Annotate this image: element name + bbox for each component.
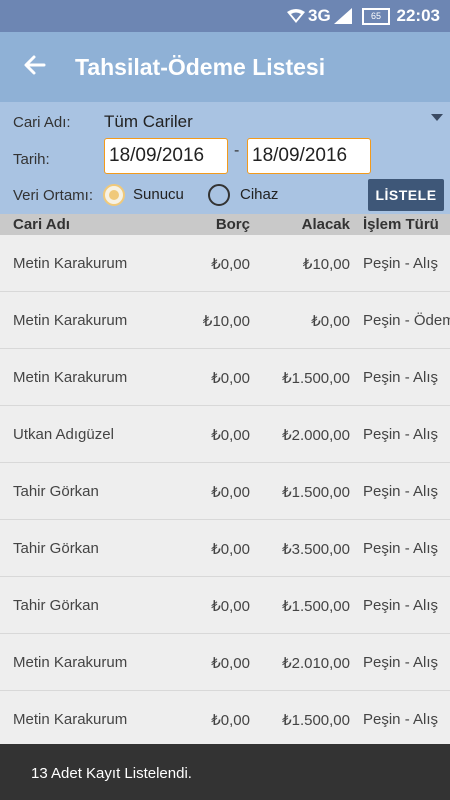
network-type: 3G — [308, 6, 331, 25]
row-borc: ₺0,00 — [211, 655, 250, 672]
row-tur: Peşin - Alış — [363, 711, 439, 728]
table-row[interactable]: Metin Karakurum ₺0,00 ₺10,00 Peşin - Alı… — [0, 235, 450, 292]
toast-message: 13 Adet Kayıt Listelendi. — [31, 765, 192, 782]
list-button[interactable]: LİSTELE — [368, 179, 444, 211]
row-name: Tahir Görkan — [13, 483, 99, 500]
row-borc: ₺0,00 — [211, 256, 250, 273]
app-bar: Tahsilat-Ödeme Listesi — [0, 32, 450, 102]
table-row[interactable]: Metin Karakurum ₺0,00 ₺1.500,00 Peşin - … — [0, 349, 450, 406]
clock: 22:03 — [396, 6, 440, 25]
header-alacak: Alacak — [301, 216, 350, 233]
dropdown-arrow-icon — [431, 114, 443, 121]
table-row[interactable]: Utkan Adıgüzel ₺0,00 ₺2.000,00 Peşin - A… — [0, 406, 450, 463]
row-name: Metin Karakurum — [13, 711, 128, 728]
row-tur: Peşin - Alış — [363, 255, 439, 272]
row-alacak: ₺1.500,00 — [282, 370, 350, 387]
table-row[interactable]: Tahir Görkan ₺0,00 ₺1.500,00 Peşin - Alı… — [0, 463, 450, 520]
header-borc: Borç — [215, 216, 250, 233]
row-tur: Peşin - Alış — [363, 426, 439, 443]
row-borc: ₺0,00 — [211, 598, 250, 615]
row-tur: Peşin - Alış — [363, 540, 439, 557]
row-borc: ₺0,00 — [211, 712, 250, 729]
row-alacak: ₺2.000,00 — [282, 427, 350, 444]
radio-cihaz-label[interactable]: Cihaz — [240, 186, 278, 203]
battery-level: 65 — [370, 11, 381, 21]
table-row[interactable]: Tahir Görkan ₺0,00 ₺1.500,00 Peşin - Alı… — [0, 577, 450, 634]
row-borc: ₺0,00 — [211, 484, 250, 501]
back-arrow-icon[interactable] — [20, 50, 50, 80]
row-name: Tahir Görkan — [13, 597, 99, 614]
header-cari-adi: Cari Adı — [13, 216, 70, 233]
row-tur: Peşin - Alış — [363, 369, 439, 386]
row-name: Metin Karakurum — [13, 255, 128, 272]
date-separator: - — [234, 142, 240, 159]
row-alacak: ₺1.500,00 — [282, 484, 350, 501]
row-name: Metin Karakurum — [13, 369, 128, 386]
row-name: Metin Karakurum — [13, 654, 128, 671]
row-name: Metin Karakurum — [13, 312, 128, 329]
row-alacak: ₺10,00 — [302, 256, 350, 273]
radio-sunucu[interactable] — [103, 184, 125, 206]
radio-cihaz[interactable] — [208, 184, 230, 206]
row-tur: Peşin - Alış — [363, 483, 439, 500]
row-tur: Peşin - Alış — [363, 597, 439, 614]
row-tur: Peşin - Alış — [363, 654, 439, 671]
table-row[interactable]: Tahir Görkan ₺0,00 ₺3.500,00 Peşin - Alı… — [0, 520, 450, 577]
record-list: Metin Karakurum ₺0,00 ₺10,00 Peşin - Alı… — [0, 235, 450, 748]
signal-icon — [334, 8, 352, 28]
filter-panel: Cari Adı: Tüm Cariler Tarih: 18/09/2016 … — [0, 102, 450, 214]
status-bar: 3G 65 22:03 — [0, 0, 450, 32]
row-name: Utkan Adıgüzel — [13, 426, 114, 443]
row-alacak: ₺0,00 — [311, 313, 350, 330]
row-alacak: ₺3.500,00 — [282, 541, 350, 558]
cari-label: Cari Adı: — [13, 114, 71, 131]
header-islem-turu: İşlem Türü — [363, 216, 439, 233]
table-header: Cari Adı Borç Alacak İşlem Türü — [0, 214, 450, 235]
table-row[interactable]: Metin Karakurum ₺10,00 ₺0,00 Peşin - Öde… — [0, 292, 450, 349]
tarih-label: Tarih: — [13, 151, 50, 168]
row-borc: ₺0,00 — [211, 541, 250, 558]
table-row[interactable]: Metin Karakurum ₺0,00 ₺2.010,00 Peşin - … — [0, 634, 450, 691]
page-title: Tahsilat-Ödeme Listesi — [75, 54, 326, 80]
row-borc: ₺0,00 — [211, 370, 250, 387]
cari-select-value: Tüm Cariler — [104, 112, 193, 131]
row-borc: ₺0,00 — [211, 427, 250, 444]
row-tur: Peşin - Ödem — [363, 312, 450, 329]
toast-snackbar: 13 Adet Kayıt Listelendi. — [0, 744, 450, 800]
radio-sunucu-label[interactable]: Sunucu — [133, 186, 184, 203]
date-from-field[interactable]: 18/09/2016 — [104, 138, 228, 174]
row-alacak: ₺1.500,00 — [282, 598, 350, 615]
veri-ortami-label: Veri Ortamı: — [13, 187, 94, 204]
date-to-field[interactable]: 18/09/2016 — [247, 138, 371, 174]
wifi-icon — [287, 8, 305, 28]
row-name: Tahir Görkan — [13, 540, 99, 557]
battery-icon: 65 — [362, 8, 390, 25]
row-alacak: ₺1.500,00 — [282, 712, 350, 729]
row-alacak: ₺2.010,00 — [282, 655, 350, 672]
row-borc: ₺10,00 — [202, 313, 250, 330]
table-row[interactable]: Metin Karakurum ₺0,00 ₺1.500,00 Peşin - … — [0, 691, 450, 748]
